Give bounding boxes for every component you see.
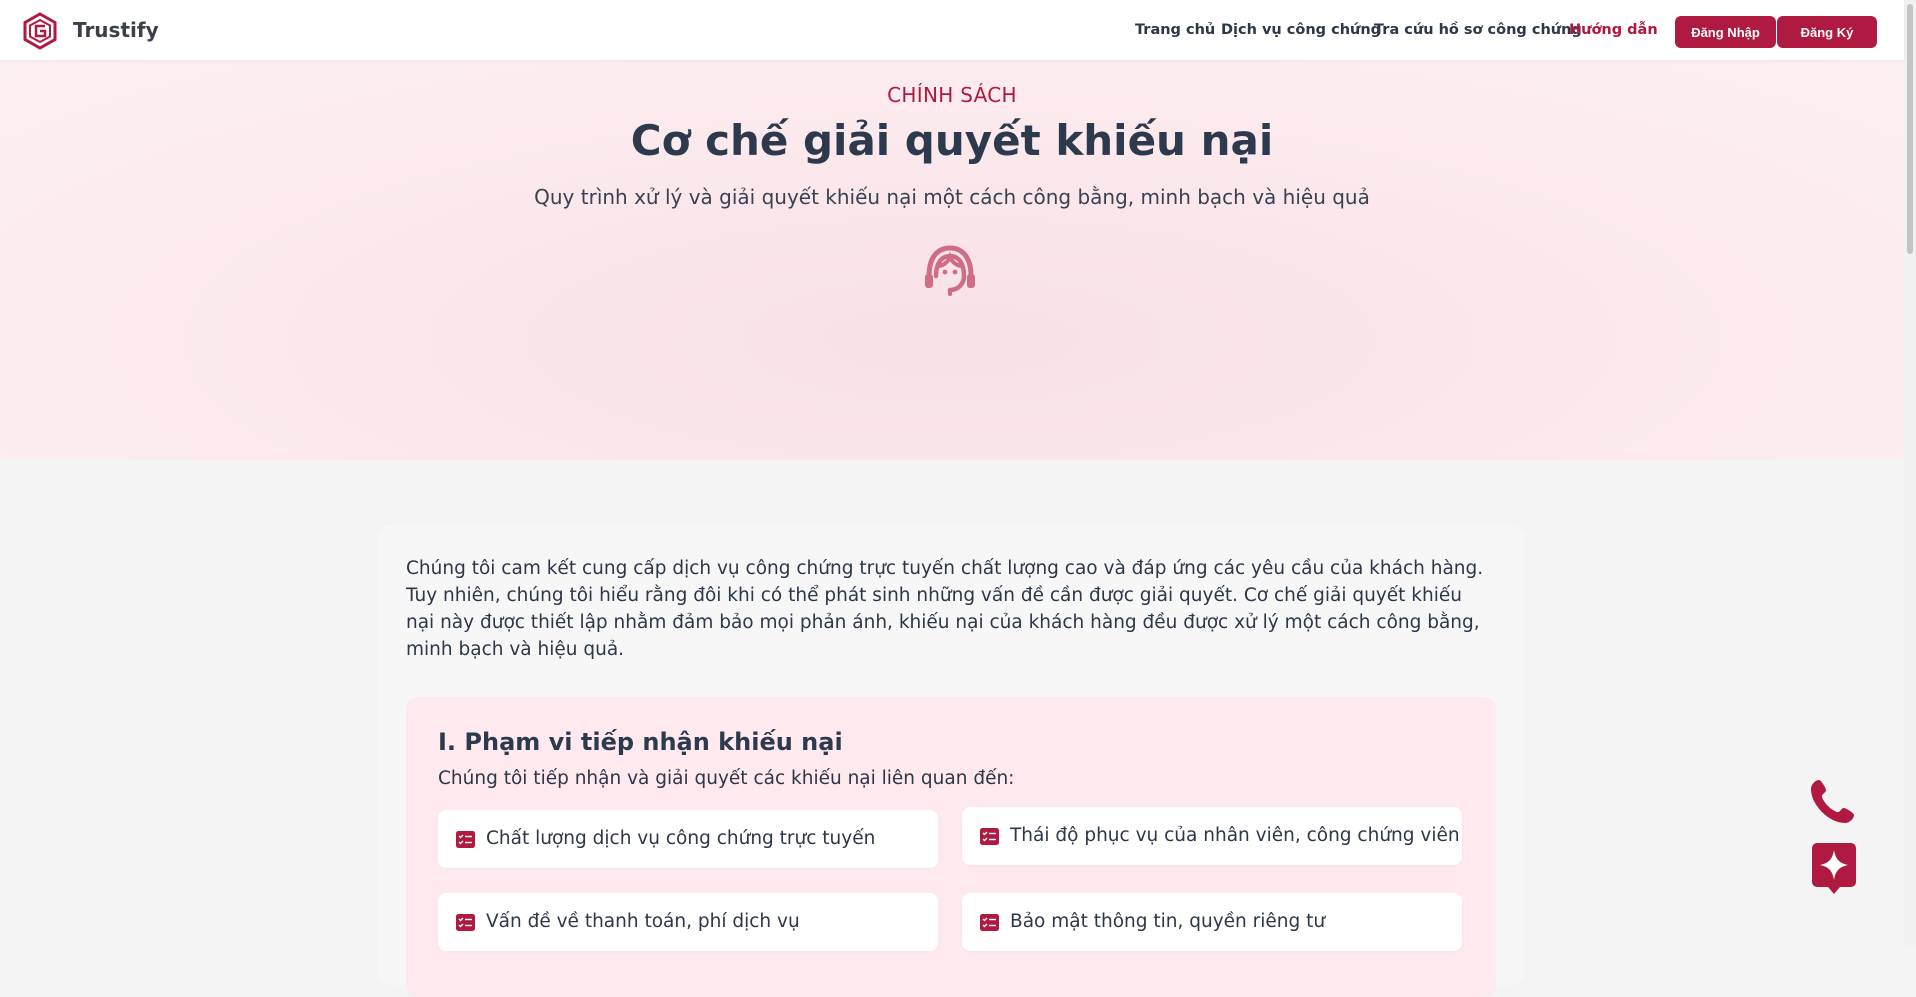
scrollbar-thumb[interactable]: [1907, 4, 1913, 254]
nav-lookup-records[interactable]: Tra cứu hồ sơ công chứng: [1374, 22, 1582, 38]
checklist-icon: [456, 914, 475, 931]
phone-call-icon[interactable]: [1809, 777, 1857, 825]
list-item: Bảo mật thông tin, quyền riêng tư: [962, 893, 1462, 951]
hero-subtitle: Quy trình xử lý và giải quyết khiếu nại …: [534, 185, 1370, 209]
section-description: Chúng tôi tiếp nhận và giải quyết các kh…: [438, 768, 1015, 789]
hero-eyebrow: CHÍNH SÁCH: [887, 83, 1017, 107]
checklist-icon: [456, 831, 475, 848]
ai-assistant-sparkle-icon[interactable]: [1812, 843, 1856, 895]
list-item: Vấn đề về thanh toán, phí dịch vụ: [438, 893, 938, 951]
list-item: Chất lượng dịch vụ công chứng trực tuyến: [438, 810, 938, 868]
nav-notary-services[interactable]: Dịch vụ công chứng: [1221, 22, 1381, 38]
nav-home[interactable]: Trang chủ: [1135, 22, 1215, 38]
headset-support-icon: [925, 245, 975, 296]
register-button[interactable]: Đăng Ký: [1777, 16, 1877, 48]
intro-paragraph: Chúng tôi cam kết cung cấp dịch vụ công …: [406, 558, 1484, 660]
checklist-icon: [980, 914, 999, 931]
brand-name[interactable]: Trustify: [73, 18, 159, 42]
list-item-label: Thái độ phục vụ của nhân viên, công chứn…: [1010, 825, 1460, 846]
page-scrollbar[interactable]: [1904, 0, 1916, 945]
checklist-icon: [980, 828, 999, 845]
login-button[interactable]: Đăng Nhập: [1675, 16, 1776, 48]
top-navbar: Trustify Trang chủ Dịch vụ công chứng Tr…: [0, 0, 1904, 60]
list-item-label: Chất lượng dịch vụ công chứng trực tuyến: [486, 828, 876, 849]
list-item: Thái độ phục vụ của nhân viên, công chứn…: [962, 807, 1462, 865]
trustify-logo-icon[interactable]: [22, 12, 58, 50]
section-title: I. Phạm vi tiếp nhận khiếu nại: [438, 728, 843, 756]
list-item-label: Vấn đề về thanh toán, phí dịch vụ: [486, 911, 800, 932]
list-item-label: Bảo mật thông tin, quyền riêng tư: [1010, 911, 1326, 932]
nav-guide[interactable]: Hướng dẫn: [1569, 22, 1658, 38]
page-title: Cơ chế giải quyết khiếu nại: [630, 116, 1274, 165]
